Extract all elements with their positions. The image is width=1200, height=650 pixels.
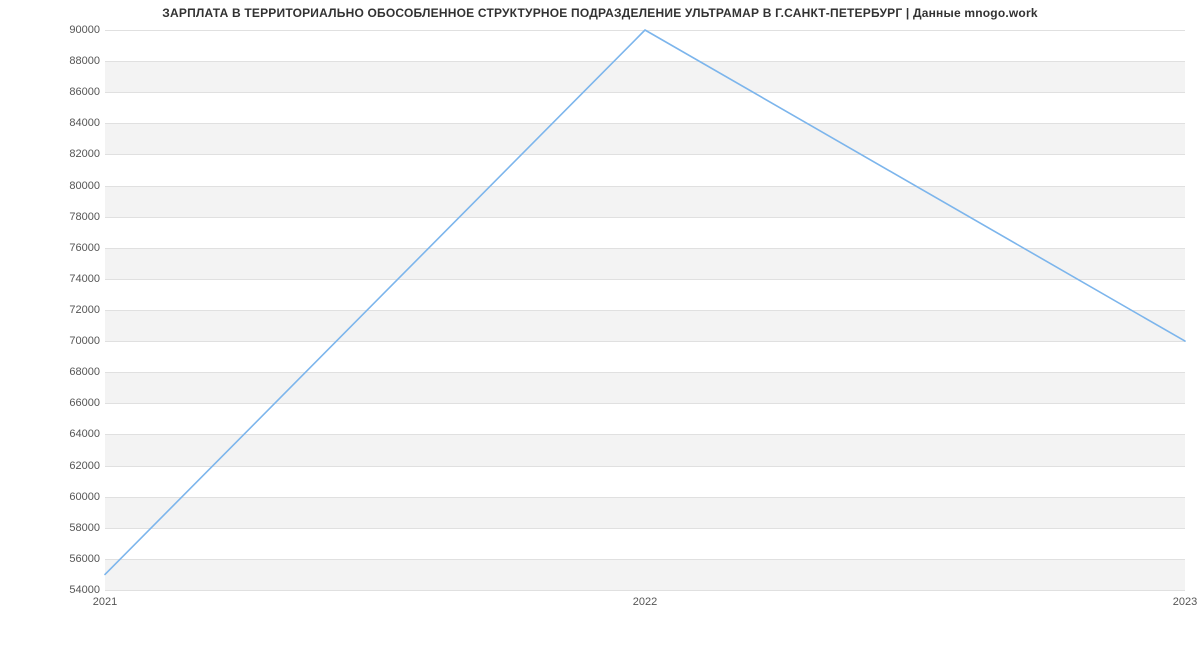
y-tick-label: 54000	[40, 584, 100, 596]
y-tick-label: 60000	[40, 491, 100, 503]
y-tick-label: 70000	[40, 335, 100, 347]
y-tick-label: 82000	[40, 148, 100, 160]
plot-area	[105, 30, 1185, 591]
y-tick-label: 66000	[40, 397, 100, 409]
x-tick-label: 2023	[1173, 596, 1197, 608]
chart-container: ЗАРПЛАТА В ТЕРРИТОРИАЛЬНО ОБОСОБЛЕННОЕ С…	[0, 0, 1200, 650]
series-polyline	[105, 30, 1185, 574]
y-tick-label: 74000	[40, 273, 100, 285]
x-tick-label: 2021	[93, 596, 117, 608]
y-tick-label: 58000	[40, 522, 100, 534]
y-gridline	[105, 590, 1185, 591]
y-tick-label: 72000	[40, 304, 100, 316]
x-tick-label: 2022	[633, 596, 657, 608]
y-tick-label: 78000	[40, 211, 100, 223]
y-tick-label: 56000	[40, 553, 100, 565]
y-tick-label: 86000	[40, 86, 100, 98]
y-tick-label: 84000	[40, 117, 100, 129]
chart-title: ЗАРПЛАТА В ТЕРРИТОРИАЛЬНО ОБОСОБЛЕННОЕ С…	[0, 6, 1200, 20]
y-tick-label: 64000	[40, 428, 100, 440]
y-tick-label: 90000	[40, 24, 100, 36]
line-series	[105, 30, 1185, 590]
y-tick-label: 62000	[40, 460, 100, 472]
y-tick-label: 68000	[40, 366, 100, 378]
y-tick-label: 88000	[40, 55, 100, 67]
y-tick-label: 76000	[40, 242, 100, 254]
y-tick-label: 80000	[40, 180, 100, 192]
